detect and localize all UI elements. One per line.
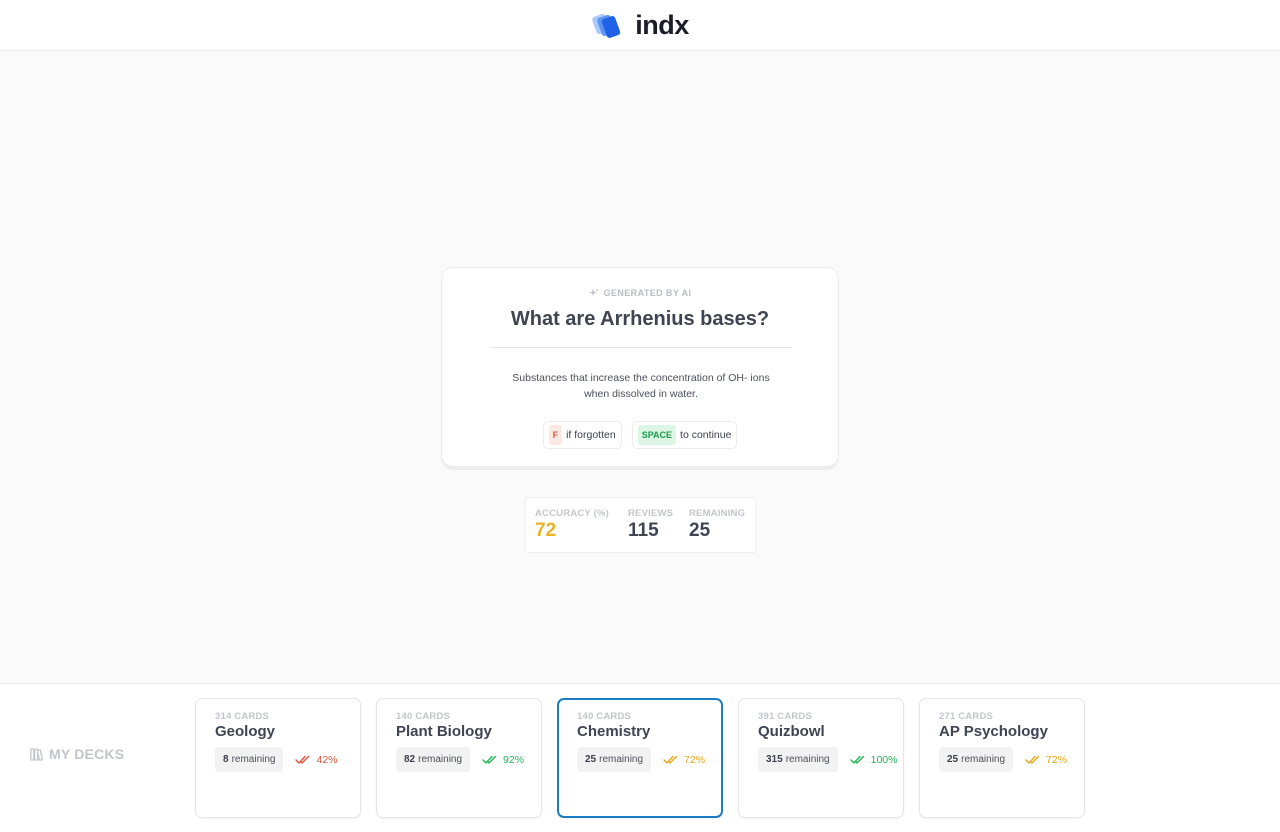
stat-remaining-label: REMAINING xyxy=(689,508,746,519)
deck-card-quizbowl[interactable]: 391 CARDS Quizbowl 315 remaining 100% xyxy=(738,698,904,818)
ai-generated-label: GENERATED BY AI xyxy=(603,288,692,298)
deck-remaining-count: 25 xyxy=(585,754,597,765)
deck-remaining-badge: 82 remaining xyxy=(396,747,471,772)
deck-accuracy: 92% xyxy=(482,754,524,766)
deck-accuracy-value: 72% xyxy=(684,753,706,766)
double-check-icon xyxy=(295,755,310,764)
deck-card-count: 140 CARDS xyxy=(396,711,451,722)
forgot-button[interactable]: F if forgotten xyxy=(542,421,622,449)
deck-accuracy-value: 42% xyxy=(316,753,338,766)
deck-card-chemistry[interactable]: 140 CARDS Chemistry 25 remaining 72% xyxy=(557,698,723,818)
deck-name: Geology xyxy=(215,723,276,740)
deck-accuracy: 100% xyxy=(849,753,898,766)
deck-remaining-badge: 25 remaining xyxy=(939,747,1014,772)
deck-accuracy: 42% xyxy=(295,753,338,766)
books-icon xyxy=(30,747,43,761)
deck-bar: MY DECKS 314 CARDS Geology 8 remaining 4… xyxy=(0,683,1280,832)
deck-name: Chemistry xyxy=(577,723,651,740)
top-bar: indx xyxy=(0,0,1280,51)
card-answer: Substances that increase the concentrati… xyxy=(512,372,770,400)
indx-logo-icon xyxy=(592,13,621,38)
deck-remaining-count: 82 xyxy=(404,754,416,765)
stat-remaining: REMAINING 25 xyxy=(689,508,745,542)
card-question: What are Arrhenius bases? xyxy=(510,308,770,330)
deck-remaining-label: remaining xyxy=(231,754,276,765)
session-stats: ACCURACY (%) 72 REVIEWS 115 REMAINING 25 xyxy=(525,497,756,553)
double-check-icon xyxy=(482,755,497,764)
deck-remaining-count: 25 xyxy=(947,754,959,765)
deck-accuracy: 72% xyxy=(1025,754,1067,766)
continue-label: to continue xyxy=(680,429,732,441)
deck-remaining-badge: 25 remaining xyxy=(577,747,652,772)
double-check-icon xyxy=(663,755,678,764)
deck-remaining-count: 8 xyxy=(223,754,229,765)
stat-reviews: REVIEWS 115 xyxy=(628,508,673,542)
continue-button[interactable]: SPACE to continue xyxy=(631,421,738,449)
deck-name: Plant Biology xyxy=(396,723,492,740)
deck-accuracy: 72% xyxy=(663,754,705,766)
stat-accuracy-label: ACCURACY (%) xyxy=(535,508,610,519)
forgot-label: if forgotten xyxy=(566,429,616,441)
flashcard[interactable]: GENERATED BY AI What are Arrhenius bases… xyxy=(441,267,839,467)
space-key: SPACE xyxy=(637,425,677,445)
deck-accuracy-value: 72% xyxy=(1046,753,1068,766)
deck-card-plant-biology[interactable]: 140 CARDS Plant Biology 82 remaining 92% xyxy=(376,698,542,818)
deck-card-count: 391 CARDS xyxy=(758,711,813,722)
deck-remaining-label: remaining xyxy=(961,754,1006,765)
sparkle-icon xyxy=(589,288,599,296)
deck-name: Quizbowl xyxy=(758,723,825,740)
deck-name: AP Psychology xyxy=(939,723,1048,740)
stat-accuracy-value: 72 xyxy=(535,520,557,541)
ai-generated-tag: GENERATED BY AI xyxy=(442,288,838,298)
stat-reviews-value: 115 xyxy=(628,520,659,541)
forgot-key: F xyxy=(548,425,563,445)
card-hints: F if forgotten SPACE to continue xyxy=(442,421,838,449)
deck-remaining-label: remaining xyxy=(418,754,463,765)
deck-accuracy-value: 92% xyxy=(503,753,525,766)
card-divider xyxy=(490,347,792,348)
deck-card-geology[interactable]: 314 CARDS Geology 8 remaining 42% xyxy=(195,698,361,818)
stat-reviews-label: REVIEWS xyxy=(628,508,674,519)
brand-home-link[interactable]: indx xyxy=(591,9,689,41)
deck-card-count: 140 CARDS xyxy=(577,711,632,722)
deck-accuracy-value: 100% xyxy=(870,753,898,766)
deck-card-ap-psychology[interactable]: 271 CARDS AP Psychology 25 remaining 72% xyxy=(919,698,1085,818)
deck-remaining-badge: 315 remaining xyxy=(758,747,838,772)
brand-name: indx xyxy=(635,9,689,40)
deck-card-count: 314 CARDS xyxy=(215,711,270,722)
deck-card-count: 271 CARDS xyxy=(939,711,994,722)
double-check-icon xyxy=(849,755,864,764)
my-decks-heading: MY DECKS xyxy=(30,746,124,762)
deck-remaining-label: remaining xyxy=(599,754,644,765)
my-decks-label: MY DECKS xyxy=(49,746,125,762)
stat-accuracy: ACCURACY (%) 72 xyxy=(535,508,609,542)
stat-remaining-value: 25 xyxy=(689,520,711,541)
double-check-icon xyxy=(1025,755,1040,764)
deck-remaining-badge: 8 remaining xyxy=(215,747,284,772)
deck-remaining-count: 315 xyxy=(766,754,783,765)
deck-remaining-label: remaining xyxy=(785,754,830,765)
